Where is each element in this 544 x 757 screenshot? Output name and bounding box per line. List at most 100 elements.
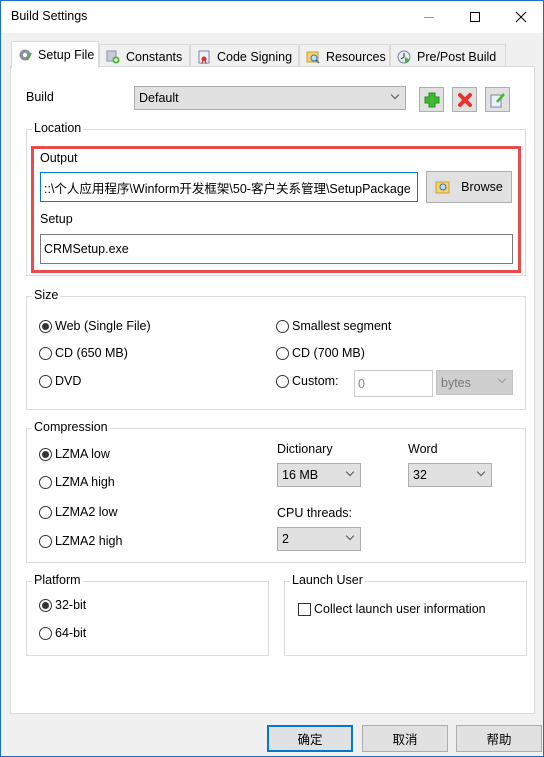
lzma2-high-radio[interactable]: LZMA2 high bbox=[39, 534, 122, 548]
radio-label: Custom: bbox=[292, 374, 339, 388]
edit-build-button[interactable] bbox=[485, 87, 510, 112]
radio-icon bbox=[39, 346, 52, 360]
radio-icon bbox=[39, 598, 52, 612]
location-group-title: Location bbox=[32, 121, 84, 135]
cpu-threads-value: 2 bbox=[282, 532, 289, 546]
minimize-button[interactable] bbox=[406, 1, 452, 33]
maximize-button[interactable] bbox=[452, 1, 498, 33]
radio-label: 64-bit bbox=[55, 626, 87, 640]
cancel-button[interactable]: 取消 bbox=[362, 725, 448, 752]
close-button[interactable] bbox=[498, 1, 544, 33]
chevron-down-icon bbox=[345, 467, 355, 477]
help-button[interactable]: 帮助 bbox=[456, 725, 542, 752]
radio-icon bbox=[276, 374, 289, 388]
radio-label: Web (Single File) bbox=[55, 319, 151, 333]
radio-icon bbox=[39, 505, 52, 519]
constants-add-icon bbox=[106, 50, 120, 64]
radio-label: CD (650 MB) bbox=[55, 346, 128, 360]
output-path-input[interactable]: ::\个人应用程序\Winform开发框架\50-客户关系管理\SetupPac… bbox=[40, 172, 418, 202]
chevron-down-icon bbox=[345, 531, 355, 541]
radio-label: LZMA2 low bbox=[55, 505, 118, 519]
size-smallest-radio[interactable]: Smallest segment bbox=[276, 319, 391, 333]
lzma2-low-radio[interactable]: LZMA2 low bbox=[39, 505, 118, 519]
word-value: 32 bbox=[413, 468, 427, 482]
clock-play-icon bbox=[397, 50, 411, 64]
close-icon bbox=[515, 11, 527, 23]
radio-icon bbox=[39, 374, 52, 388]
collect-launch-user-checkbox[interactable]: Collect launch user information bbox=[298, 602, 486, 616]
radio-icon bbox=[39, 626, 52, 640]
checkbox-label: Collect launch user information bbox=[314, 602, 486, 616]
gear-pencil-icon bbox=[18, 48, 32, 62]
radio-icon bbox=[39, 447, 52, 461]
platform-group: Platform bbox=[26, 573, 269, 656]
chevron-down-icon bbox=[390, 90, 400, 100]
title-bar: Build Settings bbox=[1, 1, 543, 33]
tab-pre-post-build[interactable]: Pre/Post Build bbox=[390, 44, 506, 68]
build-label: Build bbox=[26, 90, 54, 104]
dictionary-select[interactable]: 16 MB bbox=[277, 463, 361, 487]
radio-label: CD (700 MB) bbox=[292, 346, 365, 360]
radio-label: LZMA high bbox=[55, 475, 115, 489]
radio-icon bbox=[276, 346, 289, 360]
chevron-down-icon bbox=[497, 374, 507, 384]
radio-icon bbox=[39, 534, 52, 548]
radio-label: Smallest segment bbox=[292, 319, 392, 333]
x-icon bbox=[457, 92, 472, 107]
chevron-down-icon bbox=[476, 467, 486, 477]
tab-code-signing[interactable]: Code Signing bbox=[190, 44, 299, 68]
tab-label: Resources bbox=[326, 49, 386, 64]
output-path-value: ::\个人应用程序\Winform开发框架\50-客户关系管理\SetupPac… bbox=[44, 181, 411, 196]
cpu-threads-select[interactable]: 2 bbox=[277, 527, 361, 551]
edit-icon bbox=[490, 92, 505, 107]
output-label: Output bbox=[40, 151, 78, 165]
certificate-icon bbox=[197, 50, 211, 64]
cpu-threads-label: CPU threads: bbox=[277, 506, 353, 520]
size-group-title: Size bbox=[32, 288, 61, 302]
tab-label: Pre/Post Build bbox=[417, 49, 497, 64]
browse-button[interactable]: Browse bbox=[426, 171, 512, 203]
word-label: Word bbox=[408, 442, 438, 456]
resources-search-icon bbox=[306, 50, 320, 64]
tab-label: Setup File bbox=[38, 48, 95, 62]
delete-build-button[interactable] bbox=[452, 87, 477, 112]
size-dvd-radio[interactable]: DVD bbox=[39, 374, 81, 388]
launch-user-group-title: Launch User bbox=[290, 573, 365, 587]
tab-resources[interactable]: Resources bbox=[299, 44, 390, 68]
platform-64bit-radio[interactable]: 64-bit bbox=[39, 626, 86, 640]
custom-unit-value: bytes bbox=[441, 375, 471, 390]
tab-label: Code Signing bbox=[217, 49, 293, 64]
dictionary-value: 16 MB bbox=[282, 468, 319, 482]
window-title: Build Settings bbox=[11, 9, 88, 23]
build-settings-window: Build Settings Setup File Constants Code… bbox=[0, 0, 544, 757]
maximize-icon bbox=[470, 12, 480, 22]
custom-size-input[interactable]: 0 bbox=[354, 370, 433, 397]
minimize-icon bbox=[424, 16, 434, 18]
size-web-radio[interactable]: Web (Single File) bbox=[39, 319, 151, 333]
tab-constants[interactable]: Constants bbox=[99, 44, 190, 68]
size-custom-radio[interactable]: Custom: bbox=[276, 374, 339, 388]
size-cd650-radio[interactable]: CD (650 MB) bbox=[39, 346, 128, 360]
checkbox-icon bbox=[298, 602, 311, 616]
custom-unit-select[interactable]: bytes bbox=[436, 370, 513, 395]
lzma-high-radio[interactable]: LZMA high bbox=[39, 475, 115, 489]
cancel-label: 取消 bbox=[392, 733, 418, 747]
add-build-button[interactable] bbox=[419, 87, 444, 112]
build-select[interactable]: Default bbox=[134, 86, 406, 110]
size-cd700-radio[interactable]: CD (700 MB) bbox=[276, 346, 365, 360]
plus-icon bbox=[424, 92, 439, 107]
radio-label: LZMA low bbox=[55, 447, 110, 461]
radio-label: DVD bbox=[55, 374, 82, 388]
radio-icon bbox=[276, 319, 289, 333]
radio-icon bbox=[39, 319, 52, 333]
setup-filename-value: CRMSetup.exe bbox=[44, 242, 129, 256]
tab-setup-file[interactable]: Setup File bbox=[11, 41, 99, 68]
help-label: 帮助 bbox=[486, 733, 512, 747]
platform-32bit-radio[interactable]: 32-bit bbox=[39, 598, 86, 612]
ok-label: 确定 bbox=[297, 733, 323, 747]
browse-label: Browse bbox=[461, 180, 503, 194]
setup-filename-input[interactable]: CRMSetup.exe bbox=[40, 234, 513, 264]
ok-button[interactable]: 确定 bbox=[267, 725, 353, 752]
lzma-low-radio[interactable]: LZMA low bbox=[39, 447, 110, 461]
word-select[interactable]: 32 bbox=[408, 463, 492, 487]
